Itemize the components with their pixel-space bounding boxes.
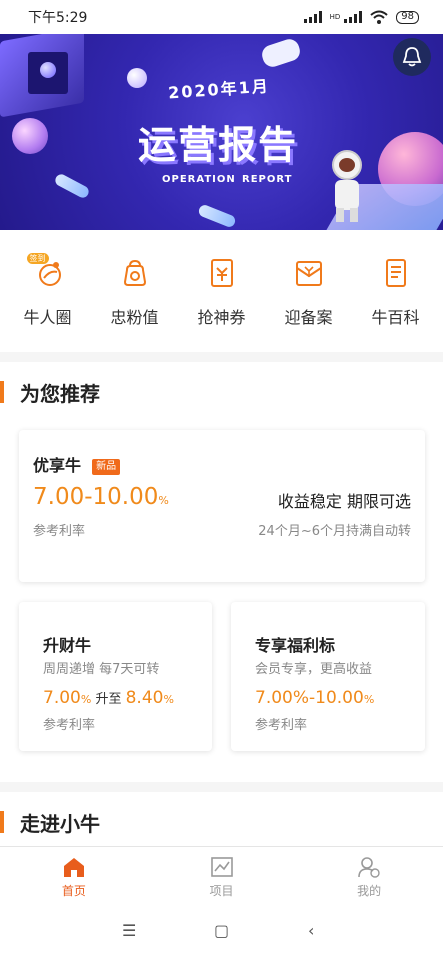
product-term: 24个月~6个月持满自动转 — [258, 524, 411, 539]
bottom-tab-bar: 首页 项目 我的 — [0, 846, 443, 907]
encyclopedia-icon — [379, 256, 413, 290]
section-title: 为您推荐 — [20, 381, 100, 406]
product-rate: 7.00-10.00% — [33, 484, 169, 510]
product-rate: 7.00%-10.00% — [255, 688, 374, 708]
tab-label: 我的 — [357, 883, 382, 898]
status-bar: 下午5:29 HD 98 — [0, 0, 443, 34]
back-icon[interactable]: ‹ — [308, 921, 314, 940]
profile-icon — [358, 856, 380, 878]
chart-icon — [210, 856, 233, 877]
section-header: 为您推荐 — [0, 362, 443, 422]
rate-label: 参考利率 — [43, 718, 96, 733]
decor-sphere-left — [12, 118, 48, 154]
checkin-tag: 签到 — [26, 253, 49, 264]
tab-home[interactable]: 首页 — [0, 847, 148, 907]
rate-unit-2: % — [163, 693, 174, 706]
tab-label: 首页 — [61, 883, 86, 898]
banner-subtitle-a: OPERATION — [162, 174, 236, 185]
rate-to: 8.40 — [125, 688, 164, 708]
astronaut-figure — [330, 150, 364, 224]
tab-profile[interactable]: 我的 — [295, 847, 443, 907]
decor-capsule-2 — [197, 203, 237, 229]
quick-entry-niurenquan[interactable]: 签到 牛人圈 — [8, 230, 88, 352]
astronaut-small — [259, 36, 303, 70]
product-desc: 会员专享，更高收益 — [255, 662, 373, 677]
wifi-icon — [370, 10, 388, 24]
product-desc: 收益稳定 期限可选 — [277, 492, 411, 511]
coupon-icon — [205, 256, 239, 290]
quick-entry-label: 抢神券 — [197, 308, 246, 327]
filing-icon — [292, 256, 326, 290]
home-icon — [63, 857, 84, 877]
signal-icon — [303, 11, 322, 23]
niurenquan-icon: 签到 — [26, 253, 65, 290]
battery-icon: 98 — [396, 10, 419, 24]
product-name: 升财牛 — [43, 636, 92, 655]
banner-subtitle-b: REPORT — [242, 174, 293, 185]
quick-entry-filing[interactable]: 迎备案 — [269, 230, 349, 352]
rate-mid: 升至 — [95, 692, 122, 707]
product-name-row: 优享牛 新品 — [33, 452, 121, 476]
hd-tag: HD — [329, 12, 341, 21]
product-card-welfare[interactable]: 专享福利标 会员专享，更高收益 7.00%-10.00% 参考利率 — [231, 602, 425, 751]
recommend-section: 为您推荐 优享牛 新品 7.00-10.00% 参考利率 收益稳定 期限可选 2… — [0, 362, 443, 782]
product-name: 专享福利标 — [255, 636, 336, 655]
decor-capsule-1 — [53, 172, 91, 200]
section-accent-bar — [0, 811, 4, 833]
home-square-icon[interactable]: ▢ — [214, 921, 229, 940]
rate-label: 参考利率 — [33, 524, 86, 539]
status-icons: HD 98 — [303, 10, 419, 24]
bell-icon — [402, 47, 422, 67]
quick-entry-loyalty[interactable]: 忠粉值 — [95, 230, 175, 352]
loyalty-bag-icon — [118, 256, 152, 290]
rate-label: 参考利率 — [255, 718, 308, 733]
quick-entry-label: 迎备案 — [284, 308, 333, 327]
product-card-shengcai[interactable]: 升财牛 周周递增 每7天可转 7.00% 升至 8.40% 参考利率 — [19, 602, 212, 751]
menu-icon[interactable]: ☰ — [122, 921, 136, 940]
promo-banner[interactable]: 2020年1月 运营报告 OPERATION REPORT — [0, 34, 443, 230]
rate-unit: % — [363, 693, 375, 706]
quick-entry-label: 牛人圈 — [23, 308, 72, 327]
rate-from: 7.00 — [43, 688, 81, 708]
section-title: 走进小牛 — [20, 811, 100, 836]
status-time: 下午5:29 — [28, 10, 88, 26]
rate-value: 7.00%-10.00 — [255, 688, 364, 708]
rate-value: 7.00-10.00 — [33, 484, 159, 510]
quick-entry-bar: 签到 牛人圈 忠粉值 抢神券 迎备案 牛百科 — [0, 230, 443, 352]
product-rate: 7.00% 升至 8.40% — [43, 688, 174, 708]
tab-projects[interactable]: 项目 — [148, 847, 296, 907]
decor-sphere-mid — [127, 68, 147, 88]
quick-entry-label: 忠粉值 — [110, 308, 159, 327]
quick-entry-encyclopedia[interactable]: 牛百科 — [356, 230, 436, 352]
signal-2-icon — [344, 11, 363, 23]
product-desc: 周周递增 每7天可转 — [43, 662, 160, 677]
product-card-featured[interactable]: 优享牛 新品 7.00-10.00% 参考利率 收益稳定 期限可选 24个月~6… — [19, 430, 425, 582]
rate-unit: % — [80, 693, 92, 706]
banner-year: 2020年1月 — [167, 76, 271, 103]
tab-label: 项目 — [209, 883, 234, 898]
section-accent-bar — [0, 381, 4, 403]
about-section: 走进小牛 — [0, 792, 443, 846]
new-badge: 新品 — [92, 459, 121, 475]
banner-title: 运营报告 — [138, 123, 299, 167]
decor-ball-small — [40, 62, 56, 78]
quick-entry-coupon[interactable]: 抢神券 — [182, 230, 262, 352]
product-name: 优享牛 — [33, 456, 82, 475]
quick-entry-label: 牛百科 — [371, 308, 420, 327]
notification-button[interactable] — [393, 38, 431, 76]
rate-unit: % — [158, 494, 169, 507]
system-nav-bar: ☰ ▢ ‹ — [0, 907, 443, 960]
section-header: 走进小牛 — [0, 792, 443, 852]
